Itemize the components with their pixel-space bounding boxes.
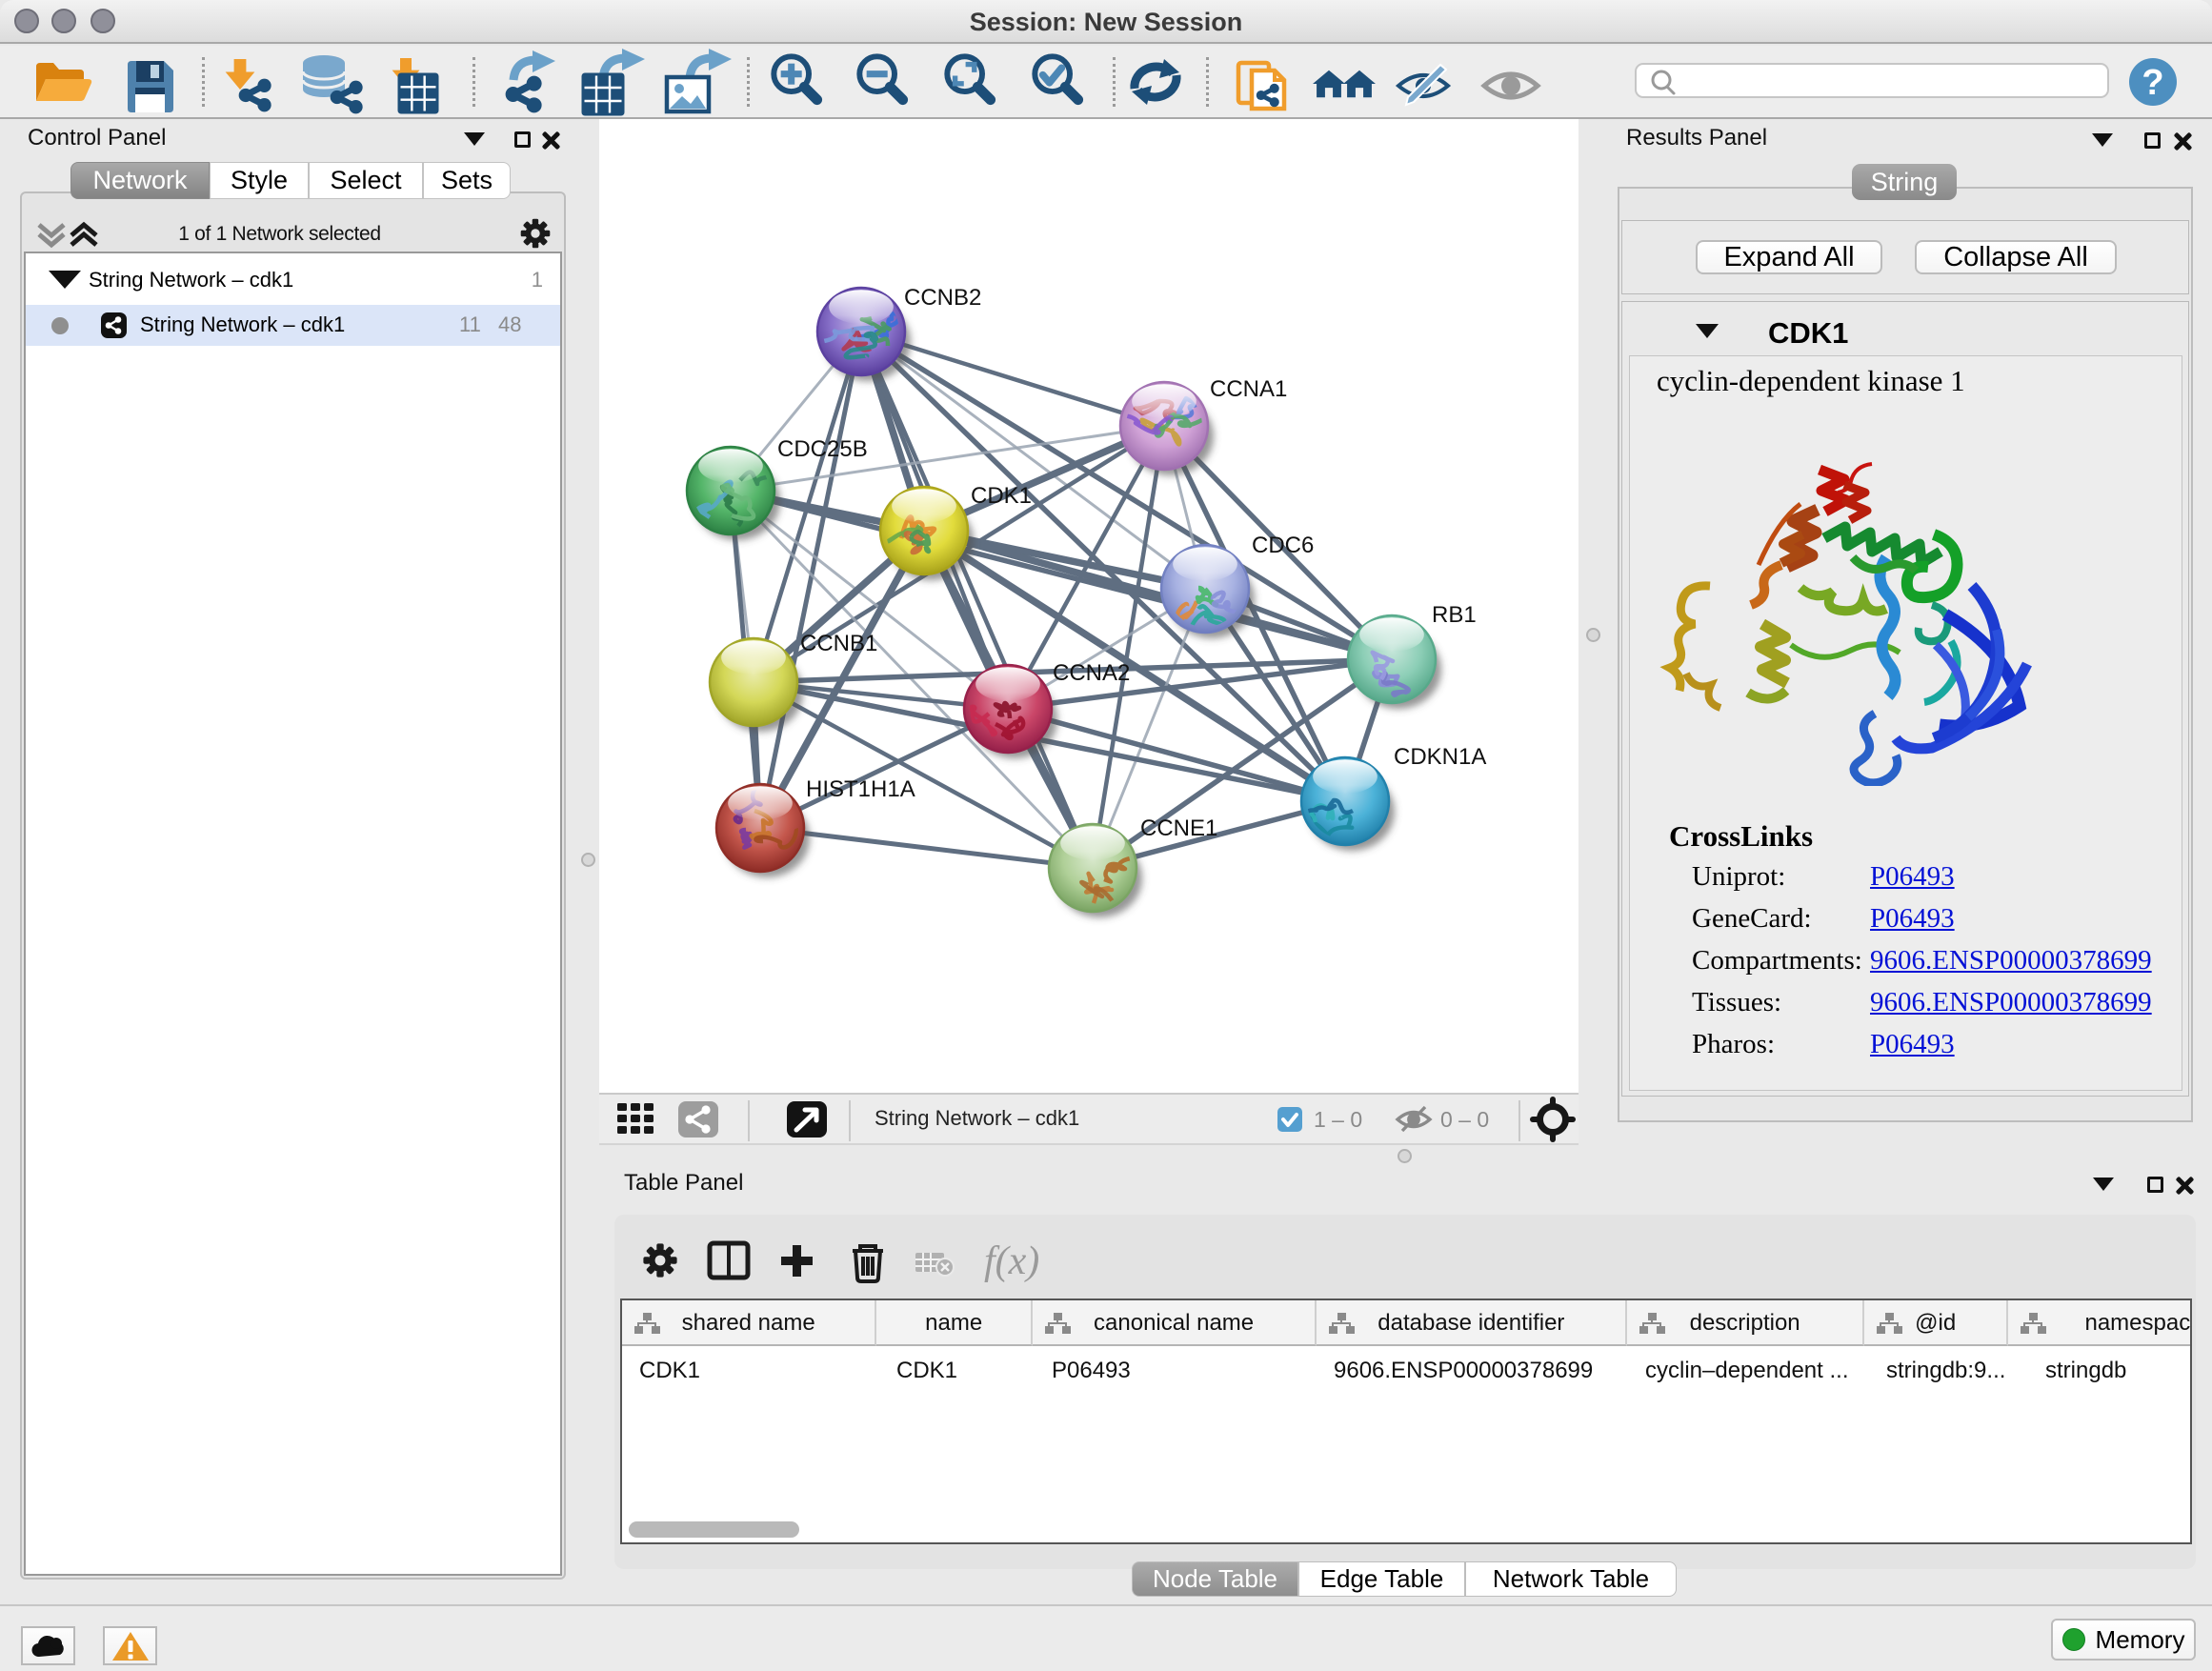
svg-text:CCNE1: CCNE1 [1140,815,1217,841]
svg-text:CCNA2: CCNA2 [1053,660,1130,686]
svg-text:0 – 0: 0 – 0 [1440,1107,1489,1132]
svg-text:1 – 0: 1 – 0 [1314,1107,1362,1132]
svg-text:CDK1: CDK1 [971,483,1032,509]
svg-text:CCNB2: CCNB2 [904,285,981,311]
svg-text:HIST1H1A: HIST1H1A [806,776,915,802]
svg-text:CDC25B: CDC25B [777,436,868,462]
svg-text:RB1: RB1 [1432,602,1477,628]
svg-text:CCNB1: CCNB1 [800,631,877,656]
svg-text:f(x): f(x) [984,1239,1039,1283]
svg-text:CCNA1: CCNA1 [1210,376,1287,402]
svg-text:?: ? [2142,63,2163,103]
svg-text:CDKN1A: CDKN1A [1394,744,1486,770]
svg-text:CDC6: CDC6 [1252,533,1314,558]
